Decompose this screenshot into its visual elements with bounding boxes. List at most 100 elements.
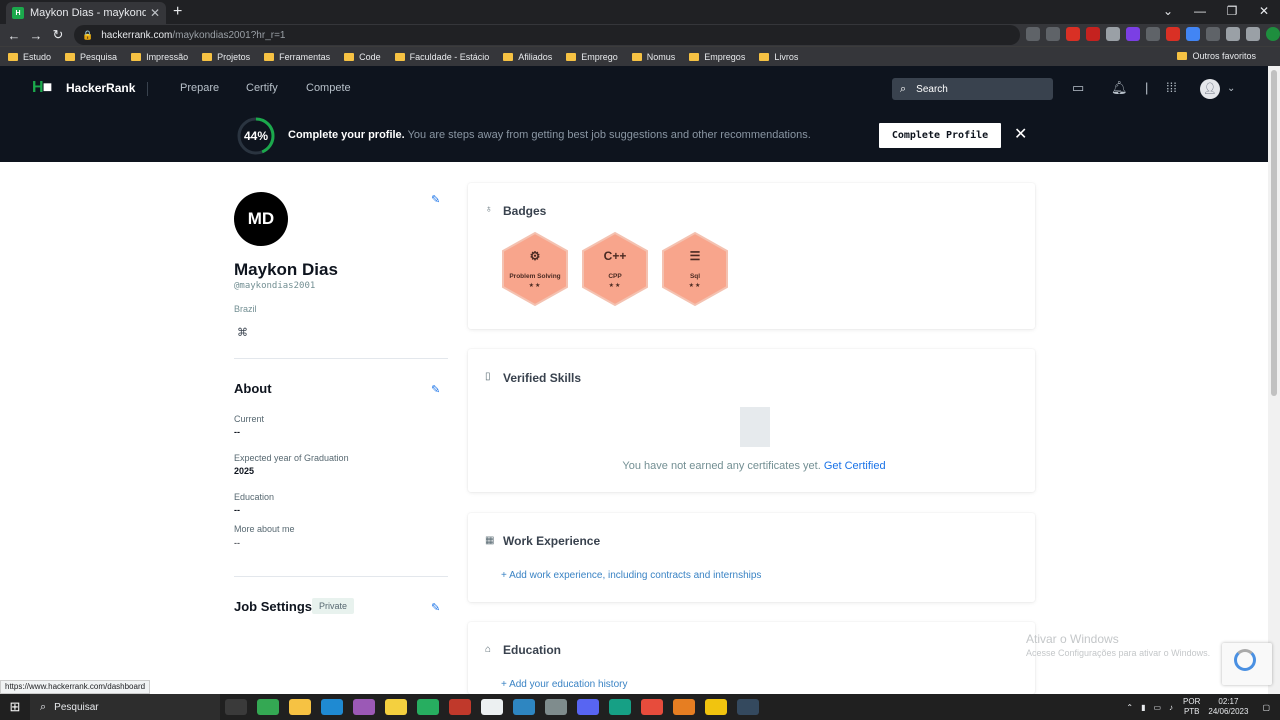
profile-avatar-icon[interactable] xyxy=(1266,27,1280,41)
app-yellow-icon[interactable] xyxy=(385,699,407,715)
bookmark-folder[interactable]: Afiliados xyxy=(503,52,552,62)
extensions-puzzle-icon[interactable] xyxy=(1226,27,1240,41)
vscode-icon[interactable] xyxy=(321,699,343,715)
bookmark-folder[interactable]: Nomus xyxy=(631,52,675,62)
app-gray-icon[interactable] xyxy=(545,699,567,715)
file-explorer-icon[interactable] xyxy=(289,699,311,715)
header-divider xyxy=(147,82,148,96)
apps-grid-icon[interactable]: ⁞⁞⁞ xyxy=(1166,80,1177,95)
battery-icon[interactable]: ▮ xyxy=(1141,703,1145,712)
terminal-icon[interactable] xyxy=(737,699,759,715)
folder-icon xyxy=(631,52,642,61)
url-host: hackerrank.com xyxy=(101,29,173,41)
minimize-icon[interactable]: — xyxy=(1184,0,1216,24)
badge-problem-solving[interactable]: ⚙ Problem Solving ★★ xyxy=(500,231,570,307)
bookmark-folder[interactable]: Projetos xyxy=(202,52,250,62)
bookmark-folder[interactable]: Impressão xyxy=(131,52,188,62)
browser-tabbar: H Maykon Dias - maykondias2001 ✕ + ⌄ — ❐… xyxy=(0,0,1280,24)
bookmark-star-icon[interactable] xyxy=(1046,27,1060,41)
notifications-bell-icon[interactable]: 🔔︎ xyxy=(1111,80,1128,96)
more-about-value: -- xyxy=(234,538,240,548)
add-education-link[interactable]: + Add your education history xyxy=(501,679,627,690)
extension-circle-icon[interactable] xyxy=(1106,27,1120,41)
work-experience-title: Work Experience xyxy=(503,534,601,548)
window-controls: ⌄ — ❐ ✕ xyxy=(1152,0,1280,24)
windows-start-icon[interactable]: ⊞ xyxy=(0,699,30,715)
bookmark-folder[interactable]: Livros xyxy=(759,52,798,62)
notifications-icon[interactable]: ▢ xyxy=(1262,703,1270,712)
close-tab-icon[interactable]: ✕ xyxy=(150,6,160,20)
new-tab-icon[interactable]: + xyxy=(173,3,182,21)
app-m-icon[interactable] xyxy=(705,699,727,715)
tab-search-icon[interactable]: ⌄ xyxy=(1152,0,1184,24)
document-icon: ▯ xyxy=(485,371,491,382)
github-desktop-icon[interactable] xyxy=(353,699,375,715)
nav-certify[interactable]: Certify xyxy=(246,82,278,94)
bookmark-folder[interactable]: Faculdade - Estácio xyxy=(394,52,489,62)
extension-red-icon[interactable] xyxy=(1066,27,1080,41)
extension-purple-icon[interactable] xyxy=(1126,27,1140,41)
github-icon[interactable]: ⌘ xyxy=(237,326,248,339)
chevron-down-icon[interactable]: ⌄ xyxy=(1227,83,1235,94)
page-scrollbar[interactable] xyxy=(1268,66,1280,694)
edit-profile-icon[interactable]: ✎ xyxy=(431,193,440,206)
task-view-icon[interactable] xyxy=(225,699,247,715)
bookmark-folder[interactable]: Code xyxy=(344,52,381,62)
badge-stars: ★★ xyxy=(688,283,702,289)
close-window-icon[interactable]: ✕ xyxy=(1248,0,1280,24)
discord-icon[interactable] xyxy=(577,699,599,715)
back-icon[interactable]: ← xyxy=(3,28,25,43)
taskbar-search[interactable]: ⌕ Pesquisar xyxy=(30,694,220,720)
extension-shield-icon[interactable] xyxy=(1186,27,1200,41)
bookmark-folder[interactable]: Empregos xyxy=(689,52,745,62)
clock[interactable]: 02:17 24/06/2023 xyxy=(1208,697,1248,717)
hexagon-icon xyxy=(582,231,648,307)
get-certified-link[interactable]: Get Certified xyxy=(824,460,886,472)
complete-profile-button[interactable]: Complete Profile xyxy=(879,123,1001,148)
edit-about-icon[interactable]: ✎ xyxy=(431,383,440,396)
close-icon[interactable]: ✕ xyxy=(1014,124,1027,144)
recaptcha-badge[interactable] xyxy=(1222,643,1272,685)
scrollbar-thumb[interactable] xyxy=(1271,70,1277,396)
network-icon[interactable]: ▭ xyxy=(1153,703,1161,712)
language-indicator[interactable]: POR PTB xyxy=(1183,697,1200,717)
badge-cpp[interactable]: C++ CPP ★★ xyxy=(580,231,650,307)
hackerrank-logo[interactable]: H■ HackerRank xyxy=(32,79,135,96)
bookmark-folder[interactable]: Pesquisa xyxy=(65,52,117,62)
nav-prepare[interactable]: Prepare xyxy=(180,82,219,94)
badge-sql[interactable]: ☰ Sql ★★ xyxy=(660,231,730,307)
app-green-icon[interactable] xyxy=(417,699,439,715)
app-teal-icon[interactable] xyxy=(609,699,631,715)
tray-chevron-icon[interactable]: ⌃ xyxy=(1126,703,1133,712)
graduation-value: 2025 xyxy=(234,466,255,476)
app-red-icon[interactable] xyxy=(449,699,471,715)
other-bookmarks[interactable]: Outros favoritos xyxy=(1177,51,1256,61)
bookmark-folder[interactable]: Ferramentas xyxy=(264,52,330,62)
address-bar[interactable]: 🔒 hackerrank.com/maykondias2001?hr_r=1 xyxy=(74,25,1020,45)
extension-pin-icon[interactable] xyxy=(1166,27,1180,41)
restore-icon[interactable]: ❐ xyxy=(1216,0,1248,24)
add-work-experience-link[interactable]: + Add work experience, including contrac… xyxy=(501,570,761,581)
share-icon[interactable] xyxy=(1026,27,1040,41)
forward-icon[interactable]: → xyxy=(25,28,47,43)
reload-icon[interactable]: ↻ xyxy=(47,27,69,43)
search-input[interactable]: ⌕ Search xyxy=(892,78,1053,100)
browser-tab[interactable]: H Maykon Dias - maykondias2001 ✕ xyxy=(6,2,166,24)
adblock-icon[interactable] xyxy=(1086,27,1100,41)
chrome-icon[interactable] xyxy=(257,699,279,715)
bookmark-folder[interactable]: Emprego xyxy=(566,52,618,62)
extension-download-icon[interactable] xyxy=(1206,27,1220,41)
volume-icon[interactable]: ♪ xyxy=(1169,703,1173,712)
user-avatar[interactable]: 👤︎ xyxy=(1200,79,1220,99)
bookmark-folder[interactable]: Estudo xyxy=(8,52,51,62)
extension-gray-icon[interactable] xyxy=(1146,27,1160,41)
sidepanel-icon[interactable] xyxy=(1246,27,1260,41)
nav-compete[interactable]: Compete xyxy=(306,82,351,94)
notion-icon[interactable] xyxy=(481,699,503,715)
app-blue-icon[interactable] xyxy=(513,699,535,715)
app-red2-icon[interactable] xyxy=(641,699,663,715)
messages-icon[interactable]: ▭ xyxy=(1072,80,1084,96)
edit-job-settings-icon[interactable]: ✎ xyxy=(431,601,440,614)
hackerrank-logo-icon: H■ xyxy=(32,79,52,96)
app-orange-icon[interactable] xyxy=(673,699,695,715)
